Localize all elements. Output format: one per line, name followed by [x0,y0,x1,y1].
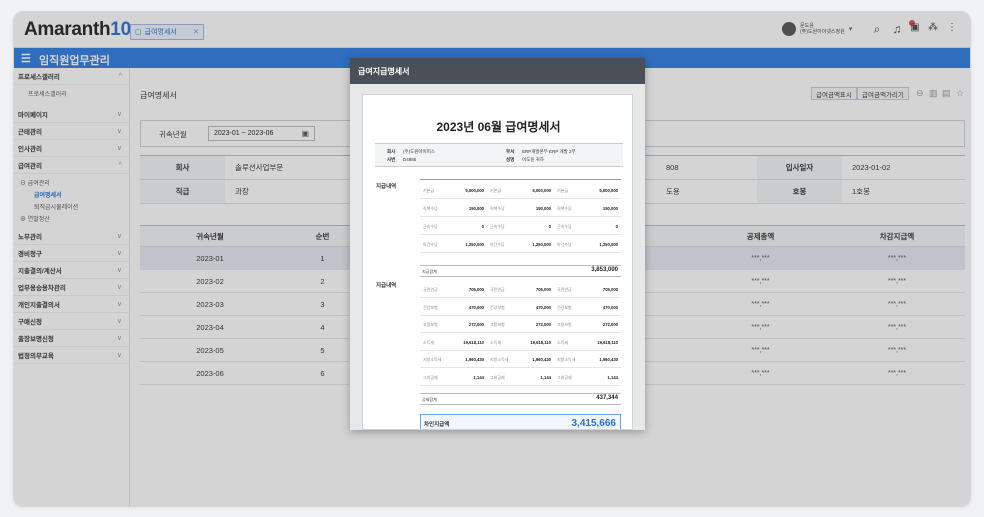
doc-company-key: 회사 [387,149,396,154]
row-divider [420,332,621,334]
payslip-item-label: 지방소득세 [557,357,576,363]
payslip-item-label: 건강보험 [490,304,505,310]
payslip-item-value: 705,000 [468,287,484,292]
payslip-item-label: 야간수당 [557,242,572,247]
payslip-item-value: 150,000 [468,206,484,211]
payslip-item-value: 470,000 [468,304,484,310]
payslip-item-value: 272,000 [535,322,551,328]
pay-total-row: 지급합계 3,853,000 [420,265,621,277]
pay-total-value: 3,853,000 [591,267,618,273]
net-pay-box: 차인지급액 3,415,666 [420,414,621,429]
doc-company-value: (주)도원아이피스 [403,149,435,154]
payslip-item-label: 소득세 [490,339,502,345]
doc-emp-key: 사번 [387,157,396,162]
payslip-item-label: 국민연금 [557,287,572,292]
payslip-item-value: 0 [481,224,484,229]
app-window: Amaranth10 ▢ 급여명세서 ✕ 문도윤 (주)도원아이넷스정원 ▾ ⌕… [13,11,971,507]
payslip-item-label: 소득세 [557,339,569,345]
payslip-item-value: 19,618,110 [463,339,484,345]
row-divider [420,314,621,316]
pay-section-title: 지급내역 [376,184,397,190]
payslip-item-value: 19,618,110 [530,339,551,345]
payslip-item-label: 그외공제 [490,375,505,380]
payslip-item-label: 소득세 [423,339,435,345]
payslip-document[interactable]: 2023년 06월 급여명세서 회사 (주)도원아이피스 사번 D4885 부서… [362,94,633,430]
payslip-item-label: 야간수당 [490,242,505,247]
doc-dept-value: ERP개발본부 ERP 개발 2부 [522,149,576,154]
payslip-modal: 급여지급명세서 2023년 06월 급여명세서 회사 (주)도원아이피스 사번 … [350,58,645,430]
payslip-item-label: 건강보험 [557,304,572,310]
pay-total-label: 지급합계 [422,269,437,274]
payslip-item-value: 1,144 [473,375,484,380]
payslip-item-label: 직책수당 [490,206,505,211]
payslip-item-label: 고용보험 [557,322,572,328]
row-divider [420,198,621,199]
payslip-item-value: 705,000 [535,287,551,292]
row-divider [420,297,621,298]
payslip-item-value: 705,000 [602,287,618,292]
payslip-item-label: 지방소득세 [490,357,509,363]
payslip-item-label: 국민연금 [423,287,438,292]
payslip-item-label: 지방소득세 [423,357,442,363]
payslip-item-value: 1,144 [540,375,551,380]
payslip-item-label: 기본급 [490,188,502,193]
payslip-item-value: 150,000 [535,206,551,211]
payslip-item-label: 고용보험 [423,322,438,328]
payslip-item-label: 국민연금 [490,287,505,292]
payslip-item-label: 근속수당 [557,224,572,229]
document-employee-info: 회사 (주)도원아이피스 사번 D4885 부서 ERP개발본부 ERP 개발 … [375,143,623,167]
payslip-item-label: 기본급 [557,188,569,193]
payslip-item-value: 1,250,000 [465,242,484,247]
payslip-item-value: 0 [548,224,551,229]
payslip-item-label: 그외공제 [557,375,572,380]
payslip-item-label: 야간수당 [423,242,438,247]
payslip-item-value: 5,000,000 [532,188,551,193]
payslip-item-label: 근속수당 [490,224,505,229]
doc-dept-key: 부서 [506,149,515,154]
row-divider [420,252,621,253]
payslip-item-label: 근속수당 [423,224,438,229]
payslip-item-value: 1,144 [607,375,618,380]
row-divider [420,349,621,351]
payslip-item-value: 1,960,430 [465,357,484,363]
deduction-total-value: 437,344 [596,395,618,401]
payslip-item-value: 272,000 [468,322,484,328]
payslip-item-label: 건강보험 [423,304,438,310]
doc-name-value: 이도윤 귀하 [522,157,544,162]
row-divider [420,367,621,369]
payslip-item-label: 직책수당 [557,206,572,211]
pay-divider [420,179,621,180]
deduction-total-row: 공제합계 437,344 [420,393,621,405]
payslip-item-label: 직책수당 [423,206,438,211]
doc-emp-value: D4885 [403,157,417,162]
payslip-item-value: 1,960,430 [532,357,551,363]
deduction-section-title: 지급내역 [376,283,397,289]
net-pay-value: 3,415,666 [571,418,617,429]
payslip-item-value: 150,000 [602,206,618,211]
payslip-item-value: 272,000 [602,322,618,328]
payslip-item-label: 기본급 [423,188,435,193]
payslip-item-label: 고용보험 [490,322,505,328]
payslip-item-value: 0 [615,224,618,229]
payslip-item-value: 1,250,000 [532,242,551,247]
payslip-item-value: 5,000,000 [465,188,484,193]
net-pay-label: 차인지급액 [424,422,450,428]
row-divider [420,385,621,386]
row-divider [420,234,621,235]
payslip-item-value: 470,000 [535,304,551,310]
payslip-item-label: 그외공제 [423,375,438,380]
payslip-item-value: 1,250,000 [599,242,618,247]
payslip-item-value: 19,618,110 [597,339,618,345]
document-title: 2023년 06월 급여명세서 [436,120,561,134]
modal-title: 급여지급명세서 [350,58,645,84]
payslip-item-value: 470,000 [602,304,618,310]
doc-name-key: 성명 [506,157,515,162]
row-divider [420,216,621,217]
payslip-item-value: 1,960,430 [599,357,618,363]
deduction-total-label: 공제합계 [422,397,437,402]
payslip-item-value: 5,000,000 [599,188,618,193]
